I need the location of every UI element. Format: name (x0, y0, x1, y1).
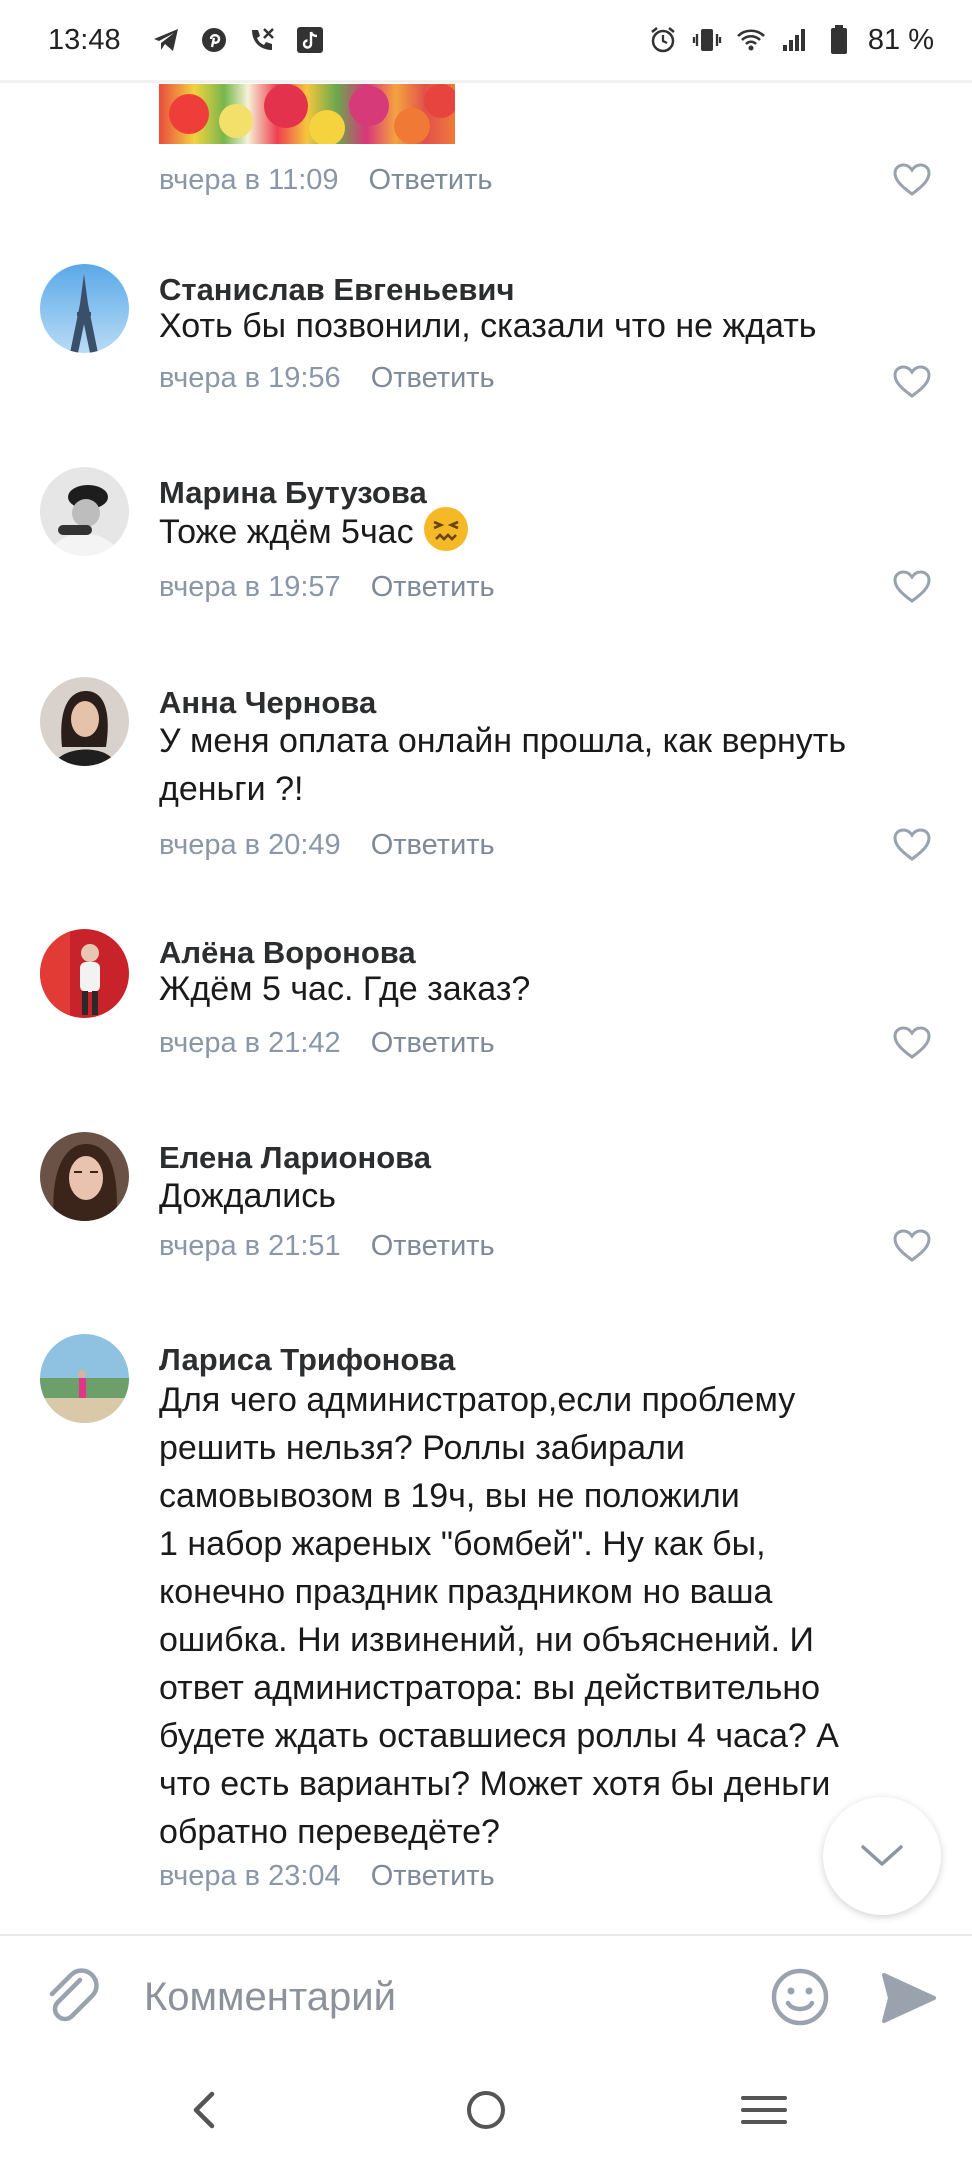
scroll-down-button[interactable] (823, 1797, 941, 1915)
like-heart-icon[interactable] (893, 570, 931, 604)
avatar[interactable] (40, 677, 129, 766)
chevron-down-icon (861, 1845, 903, 1866)
comment-time: вчера в 20:49 (159, 829, 341, 861)
like-heart-icon[interactable] (893, 1229, 931, 1263)
signal-icon (780, 25, 810, 55)
comment-text: Ждём 5 час. Где заказ? (159, 970, 531, 1008)
telegram-icon (151, 25, 181, 55)
reply-button[interactable]: Ответить (371, 571, 495, 604)
vibrate-icon (692, 25, 722, 55)
comment-meta: вчера в 11:09 Ответить (159, 164, 493, 197)
confounded-face-emoji (423, 507, 468, 551)
comment-time: вчера в 11:09 (159, 164, 339, 196)
alarm-icon (648, 25, 678, 55)
comment-text: Тоже ждём 5час (159, 507, 929, 556)
comment-meta: вчера в 19:56 Ответить (159, 362, 495, 395)
comment-time: вчера в 23:04 (159, 1860, 341, 1892)
comment-meta: вчера в 23:04 Ответить (159, 1860, 495, 1893)
status-time: 13:48 (48, 23, 121, 56)
comment-text: Хоть бы позвонили, сказали что не ждать (159, 307, 817, 345)
comment-photo-tulips[interactable] (159, 84, 455, 144)
reply-button[interactable]: Ответить (371, 829, 495, 862)
comment-text: Дождались (159, 1177, 336, 1215)
comment-time: вчера в 21:42 (159, 1027, 341, 1059)
comment-meta: вчера в 19:57 Ответить (159, 571, 495, 604)
like-heart-icon[interactable] (893, 828, 931, 862)
tiktok-icon (295, 25, 325, 55)
comment-meta: вчера в 21:42 Ответить (159, 1027, 495, 1060)
back-icon[interactable] (180, 2088, 228, 2132)
reply-button[interactable]: Ответить (371, 1027, 495, 1060)
reply-button[interactable]: Ответить (371, 1860, 495, 1893)
comment-author[interactable]: Лариса Трифонова (159, 1342, 455, 1378)
comment-composer (0, 1934, 972, 2056)
comment-text-content: Тоже ждём 5час (159, 513, 414, 551)
comment-meta: вчера в 21:51 Ответить (159, 1230, 495, 1263)
battery-level: 81 % (867, 23, 934, 56)
comment-text: У меня оплата онлайн прошла, как вернуть… (159, 722, 847, 808)
comment-author[interactable]: Марина Бутузова (159, 475, 427, 511)
smile-icon[interactable] (770, 1967, 830, 2027)
recent-apps-icon[interactable] (740, 2088, 788, 2132)
system-nav-bar (0, 2056, 972, 2160)
missed-call-icon (247, 25, 277, 55)
paperclip-icon[interactable] (40, 1966, 100, 2026)
comment-meta: вчера в 20:49 Ответить (159, 829, 495, 862)
comment-time: вчера в 21:51 (159, 1230, 341, 1262)
avatar[interactable] (40, 467, 129, 556)
reply-button[interactable]: Ответить (371, 362, 495, 395)
avatar[interactable] (40, 929, 129, 1018)
comment-input[interactable] (142, 1964, 746, 2030)
comments-list[interactable]: вчера в 11:09 Ответить Станислав Евгенье… (0, 84, 972, 1934)
home-icon[interactable] (462, 2088, 510, 2132)
comment-author[interactable]: Анна Чернова (159, 685, 376, 721)
avatar[interactable] (40, 1132, 129, 1221)
status-divider (0, 80, 972, 83)
comment-time: вчера в 19:56 (159, 362, 341, 394)
battery-icon (824, 25, 854, 55)
comment-text: Для чего администратор,если проблему реш… (159, 1381, 839, 1851)
like-heart-icon[interactable] (893, 1026, 931, 1060)
status-bar: 13:48 81 % (0, 0, 972, 80)
avatar[interactable] (40, 1334, 129, 1423)
send-icon[interactable] (882, 1972, 936, 2024)
pinterest-icon (199, 25, 229, 55)
like-heart-icon[interactable] (893, 365, 931, 399)
avatar[interactable] (40, 264, 129, 353)
like-heart-icon[interactable] (893, 163, 931, 197)
reply-button[interactable]: Ответить (369, 164, 493, 197)
wifi-icon (736, 25, 766, 55)
reply-button[interactable]: Ответить (371, 1230, 495, 1263)
comment-time: вчера в 19:57 (159, 571, 341, 603)
comment-author[interactable]: Елена Ларионова (159, 1140, 431, 1176)
